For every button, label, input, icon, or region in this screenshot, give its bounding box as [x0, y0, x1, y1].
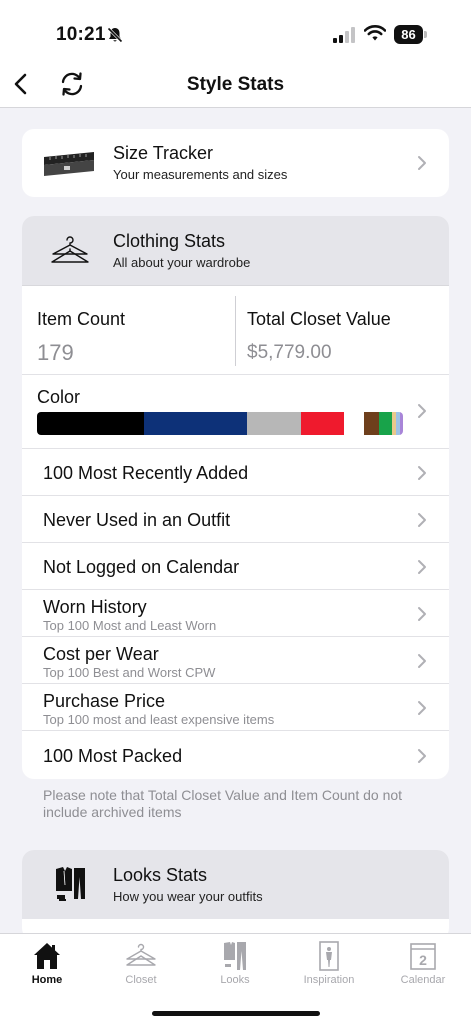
list-row-cost-per-wear[interactable]: Cost per Wear Top 100 Best and Worst CPW [22, 637, 449, 684]
tab-closet[interactable]: Closet [94, 934, 188, 994]
battery-tip [424, 31, 427, 38]
item-count-label: Item Count [37, 309, 126, 329]
tab-label: Calendar [400, 974, 446, 986]
closet-value-value: $5,779.00 [247, 342, 332, 363]
row-subtitle: Top 100 Best and Worst CPW [43, 665, 216, 680]
status-bar: 10:21 86 [0, 0, 471, 60]
list-row-purchase-price[interactable]: Purchase Price Top 100 most and least ex… [22, 684, 449, 731]
color-distribution-bar [37, 412, 403, 435]
looks-stats-card[interactable]: Looks Stats How you wear your outfits [22, 850, 449, 940]
chevron-right-icon [417, 653, 427, 669]
wifi-icon [364, 25, 386, 41]
list-row-never-used[interactable]: Never Used in an Outfit [22, 496, 449, 543]
chevron-right-icon [417, 559, 427, 575]
outfit-icon [224, 942, 246, 970]
list-row-worn-history[interactable]: Worn History Top 100 Most and Least Worn [22, 590, 449, 637]
calendar-icon-day: 2 [419, 952, 427, 968]
tab-looks[interactable]: Looks [188, 934, 282, 994]
color-segment [37, 412, 144, 435]
chevron-right-icon [417, 748, 427, 764]
calendar-icon: 2 [410, 943, 436, 970]
clothing-stats-title: Clothing Stats [113, 231, 226, 251]
color-segment [300, 412, 344, 435]
looks-stats-subtitle: How you wear your outfits [113, 889, 263, 904]
closet-value-label: Total Closet Value [247, 309, 391, 329]
stat-divider [235, 296, 236, 366]
nav-bar: Style Stats [0, 60, 471, 108]
outfit-icon [56, 867, 85, 901]
size-tracker-title: Size Tracker [113, 143, 214, 163]
chevron-right-icon [417, 465, 427, 481]
clothing-stats-card: Clothing Stats All about your wardrobe I… [22, 216, 449, 779]
tab-inspiration[interactable]: Inspiration [282, 934, 376, 994]
clothing-stats-header: Clothing Stats All about your wardrobe [22, 216, 449, 285]
tab-label: Home [31, 974, 63, 986]
tab-bar: Home Closet Looks Inspiration 2 Calendar [0, 933, 471, 1024]
list-row-not-logged[interactable]: Not Logged on Calendar [22, 543, 449, 590]
measuring-tape-icon [44, 152, 94, 176]
size-tracker-card[interactable]: Size Tracker Your measurements and sizes [22, 129, 449, 197]
tab-calendar[interactable]: 2 Calendar [376, 934, 470, 994]
color-segment [343, 412, 365, 435]
color-label: Color [37, 387, 81, 407]
row-subtitle: Top 100 Most and Least Worn [43, 618, 217, 633]
color-segment [399, 412, 403, 435]
clothing-stats-subtitle: All about your wardrobe [113, 255, 251, 270]
row-label: 100 Most Packed [43, 746, 183, 766]
status-time: 10:21 [56, 24, 106, 45]
looks-stats-title: Looks Stats [113, 865, 208, 885]
tab-home[interactable]: Home [0, 934, 94, 994]
tab-label: Looks [220, 974, 250, 986]
row-label: Not Logged on Calendar [43, 557, 240, 577]
chevron-right-icon [417, 512, 427, 528]
color-segment [247, 412, 301, 435]
color-segment [378, 412, 392, 435]
chevron-right-icon [417, 155, 427, 171]
row-label: Purchase Price [43, 691, 166, 711]
list-row-most-packed[interactable]: 100 Most Packed [22, 731, 449, 778]
chevron-right-icon [417, 403, 427, 419]
color-segment [364, 412, 379, 435]
hanger-icon [51, 236, 89, 263]
summary-stats-row: Item Count 179 Total Closet Value $5,779… [22, 285, 449, 375]
hanger-icon [126, 943, 156, 966]
tab-label: Inspiration [303, 974, 355, 986]
cell-signal-icon [333, 27, 355, 43]
row-label: 100 Most Recently Added [43, 463, 249, 483]
row-subtitle: Top 100 most and least expensive items [43, 712, 275, 727]
row-label: Cost per Wear [43, 644, 159, 664]
size-tracker-subtitle: Your measurements and sizes [113, 167, 288, 182]
row-label: Worn History [43, 597, 147, 617]
chevron-right-icon [417, 606, 427, 622]
tab-label: Closet [125, 974, 157, 986]
list-row-recently-added[interactable]: 100 Most Recently Added [22, 449, 449, 496]
home-indicator [152, 1011, 320, 1016]
looks-stats-header: Looks Stats How you wear your outfits [22, 850, 449, 919]
inspiration-icon [319, 941, 339, 971]
battery-indicator: 86 [394, 25, 427, 44]
chevron-right-icon [417, 700, 427, 716]
bell-muted-icon [107, 27, 123, 43]
color-row[interactable]: Color [22, 375, 449, 449]
item-count-value: 179 [37, 340, 74, 365]
row-label: Never Used in an Outfit [43, 510, 231, 530]
home-icon [34, 943, 60, 969]
page-title: Style Stats [186, 74, 285, 95]
color-segment [143, 412, 248, 435]
archived-items-note: Please note that Total Closet Value and … [43, 787, 403, 820]
battery-level: 86 [394, 25, 423, 44]
